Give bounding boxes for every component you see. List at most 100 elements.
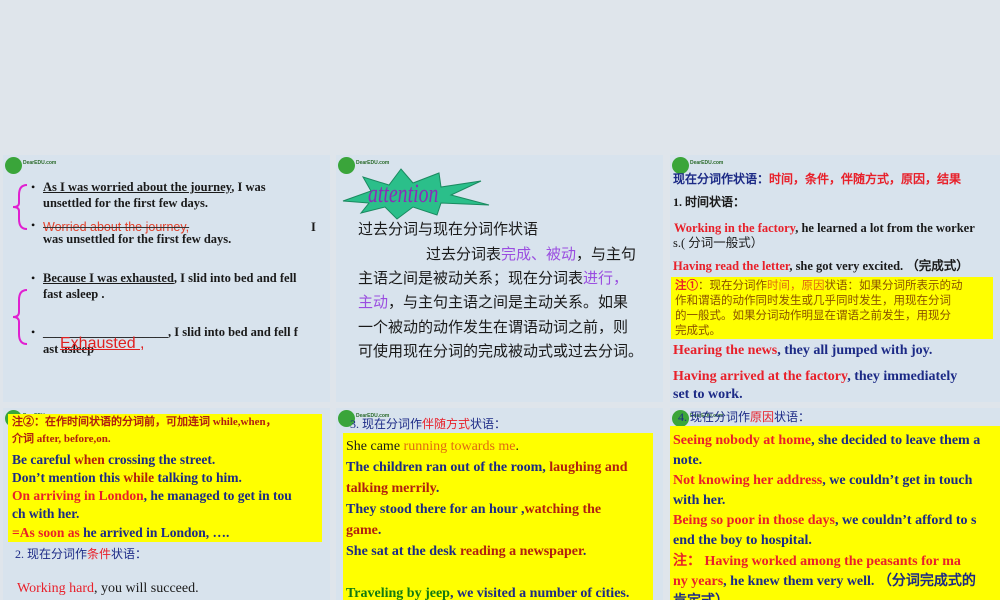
slide2-text-line: 过去分词与现在分词作状语 (358, 220, 539, 239)
slide4-text-line: 介词 after, before,on. (12, 433, 111, 446)
bullet-icon: • (31, 271, 36, 285)
slide4-text-line: =As soon as he arrived in London, …. (12, 525, 229, 541)
text-segment: Working in the factory (674, 221, 796, 235)
slide5-text-line: They stood there for an hour ,watching t… (346, 502, 601, 518)
slide6-text-line: Not knowing her address, we couldn’t get… (673, 473, 972, 489)
slide3-text-line: Having read the letter, she got very exc… (673, 259, 969, 273)
text-segment: 状语： (111, 547, 148, 561)
text-segment: . (582, 544, 587, 559)
slide2-text-line: 一个被动的动作发生在谓语动词之前，则 (358, 318, 628, 337)
slide4-text-line: ch with her. (12, 506, 79, 522)
slide4-text-line: 2. 现在分词作条件状语： (15, 547, 148, 562)
slide2-text-line: 可使用现在分词的完成被动式或过去分词。 (358, 342, 643, 361)
text-segment: . (435, 481, 440, 496)
text-segment: She came (346, 439, 404, 454)
text-segment: . (377, 523, 382, 538)
slide3-text-line: set to work. (673, 387, 743, 402)
text-segment: 状语： (774, 410, 811, 424)
text-segment: 伴随方式 (422, 417, 471, 431)
text-segment: he arrived in London, …. (79, 525, 230, 540)
text-segment: was unsettled for the first few days. (43, 232, 232, 246)
slide1-text-line: fast asleep . (43, 287, 104, 301)
text-segment: watching the (524, 502, 602, 517)
text-segment: 注②：在作时间状语的分词前，可加连词 while,when， (12, 416, 277, 428)
text-segment: , you will succeed. (94, 581, 199, 596)
slide6-text-line: Seeing nobody at home, she decided to le… (673, 433, 980, 449)
text-segment: 2. 现在分词作 (15, 547, 88, 561)
slide-thumbnail-4[interactable]: DearEDU.com注②：在作时间状语的分词前，可加连词 while,when… (3, 408, 330, 600)
text-segment: , I was (231, 180, 266, 194)
text-segment: Being so poor in those days (673, 513, 835, 528)
text-segment: Traveling by jeep (346, 586, 450, 600)
text-segment: , she got very excited. （完成式） (789, 259, 969, 273)
slide4-text-line: Don’t mention this while talking to him. (12, 470, 242, 486)
text-segment: end the boy to hospital. (673, 533, 812, 548)
slide5-text-line: She sat at the desk reading a newspaper. (346, 544, 586, 560)
text-segment: , they immediately (847, 369, 958, 384)
slide4-text-line: Be careful when crossing the street. (12, 452, 215, 468)
slide-thumbnail-3[interactable]: DearEDU.com 现在分词作状语：时间，条件，伴随方式，原因，结果 1. 时间… (670, 155, 1000, 402)
text-segment: 过去分词与现在分词作状语 (358, 220, 539, 238)
slide3-text-line: 注①：现在分词作时间，原因状语：如果分词所表示的动 (675, 280, 963, 293)
slide-thumbnail-1[interactable]: DearEDU.com As I was worried about the jo… (3, 155, 330, 402)
text-segment: 主语之间是被动关系；现在分词表 (358, 269, 584, 287)
slide6-text-line: 肯定式） (673, 594, 729, 600)
text-segment: 进行， (583, 269, 629, 287)
slide2-text-line: 过去分词表完成、被动，与主句 (426, 245, 636, 264)
slide-thumbnail-2[interactable]: DearEDU.com 过去分词与现在分词作状语 过去分词表完成、被动，与主句 主语之… (336, 155, 663, 402)
text-segment: , we couldn’t afford to s (834, 513, 977, 528)
text-segment: 时间，条件，伴随方式，原因，结果 (769, 172, 962, 186)
text-segment: s.( 分词一般式） (673, 236, 764, 250)
logo-globe-icon (5, 157, 22, 174)
slide6-text-line: end the boy to hospital. (673, 533, 812, 549)
text-segment: , he managed to get in tou (143, 488, 292, 503)
text-segment: , they all jumped with joy. (777, 343, 933, 358)
text-segment: 条件 (87, 547, 112, 561)
slide3-text-line: 作和谓语的动作同时发生或几乎同时发生，用现在分词 (675, 295, 951, 308)
slide1-text-line: As I was worried about the journey, I wa… (43, 180, 266, 194)
text-segment: 作和谓语的动作同时发生或几乎同时发生，用现在分词 (675, 295, 951, 307)
text-segment: , we couldn’t get in touch (822, 473, 973, 488)
text-segment: , he knew them very well. （分词完成式的 (723, 574, 976, 589)
text-segment: unsettled for the first few days. (43, 196, 209, 210)
slide1-text-line: unsettled for the first few days. (43, 196, 208, 210)
slide3-text-line: 1. 时间状语： (673, 195, 745, 210)
text-segment: Hearing the news (673, 343, 778, 358)
text-segment: while (123, 470, 155, 485)
text-segment: Exhausted , (60, 335, 145, 352)
text-segment: 完成式。 (675, 325, 721, 337)
text-segment: 现在分词作状语： (673, 172, 770, 186)
text-segment: talking to him. (154, 470, 242, 485)
dearedu-logo: DearEDU.com (5, 157, 65, 175)
text-segment: As I was worried about the journey (43, 180, 232, 194)
text-segment: when (73, 452, 105, 467)
text-segment: 注① (675, 280, 698, 292)
text-segment: 状语： (470, 417, 507, 431)
slide2-text-line: 主语之间是被动关系；现在分词表进行， (358, 269, 629, 288)
slide6-text-line: Being so poor in those days, we couldn’t… (673, 513, 977, 529)
slide5-text-line: The children ran out of the room, laughi… (346, 460, 627, 476)
text-segment: 介词 after, before,on. (12, 433, 111, 445)
slide6-text-line: with her. (673, 493, 725, 509)
slide4-text-line: Working hard, you will succeed. (17, 581, 199, 597)
slide6-text-line: 注： Having worked among the peasants for … (673, 554, 961, 570)
text-segment: reading a newspaper (459, 544, 583, 559)
text-segment: ，与主句主语之间是主动关系。如果 (388, 293, 629, 311)
slide3-text-line: Working in the factory, he learned a lot… (674, 221, 975, 235)
slide1-text-line: Exhausted , (60, 335, 145, 353)
slide-thumbnail-5[interactable]: DearEDU.com 3. 现在分词作伴随方式状语： She came runni… (336, 408, 663, 600)
slide-thumbnail-6[interactable]: DearEDU.com 4. 现在分词作原因状语： Seeing nobody at… (670, 408, 1000, 600)
slide3-text-line: 完成式。 (675, 325, 721, 338)
slide1-text-line: I (311, 220, 316, 234)
text-segment: crossing the street. (104, 452, 216, 467)
text-segment: She sat at the desk (346, 544, 460, 559)
text-segment: 的一般式。如果分词动作明显在谓语之前发生，用现分 (675, 310, 951, 322)
text-segment: Because I was exhausted (43, 271, 174, 285)
text-segment: 4. 现在分词作 (678, 410, 751, 424)
text-segment: ch with her. (12, 506, 80, 521)
slide5-text-line: 3. 现在分词作伴随方式状语： (350, 417, 507, 432)
text-segment: Not knowing her address (673, 473, 823, 488)
text-segment: fast asleep . (43, 287, 105, 301)
text-segment: 时间，原因 (767, 280, 825, 292)
text-segment: , she decided to leave them a (811, 433, 981, 448)
